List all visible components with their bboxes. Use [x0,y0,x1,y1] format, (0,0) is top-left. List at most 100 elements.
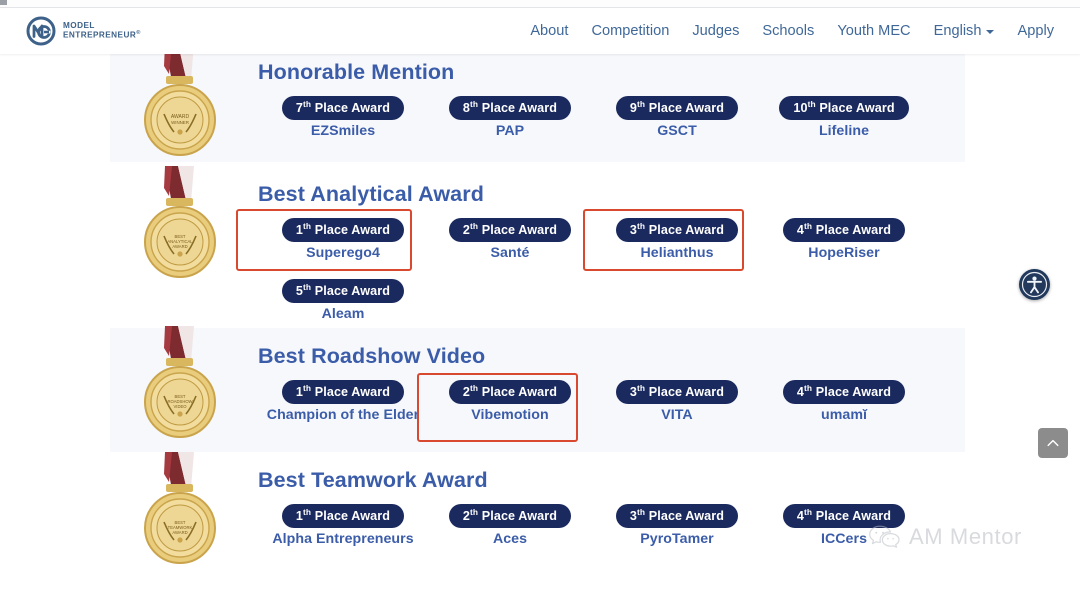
team-name: PyroTamer [640,531,714,548]
place-suffix: th [637,507,646,517]
chevron-up-icon [1045,435,1061,451]
chevron-down-icon [986,30,995,34]
place-rank: 4 [796,385,805,400]
place-rank: 1 [295,223,304,238]
svg-text:WINNER: WINNER [171,120,189,125]
place-badge: 1th Place Award [281,380,405,405]
place-suffix: th [303,99,312,109]
top-chrome-nub [0,0,7,5]
award-section-honorable-mention: AWARD WINNER Honorable Mention 7th Place… [110,44,965,162]
place-label: Place Award [648,385,725,400]
place-label: Place Award [819,101,895,116]
place-suffix: th [303,282,312,292]
place-badge: 5th Place Award [281,279,405,304]
award-place: 10th Place Award Lifeline [759,96,929,139]
award-section-best-teamwork: BEST TEAMWORK AWARD Best Teamwork Award … [110,452,965,564]
place-badge: 2th Place Award [448,504,572,529]
place-suffix: th [470,383,479,393]
place-suffix: th [807,99,816,109]
award-section-best-analytical: BEST ANALYTICAL AWARD Best Analytical Aw… [110,162,965,328]
place-label: Place Award [648,101,725,116]
team-name: Santé [490,245,530,262]
award-place: 3th Place Award VITA [592,380,762,423]
place-rank: 3 [629,385,638,400]
place-rank: 4 [796,509,805,524]
place-rank: 7 [295,101,304,116]
place-badge: 2th Place Award [448,218,572,243]
svg-text:VIDEO: VIDEO [173,404,187,409]
award-place: 7th Place Award EZSmiles [258,96,428,139]
place-suffix: th [470,507,479,517]
main-navigation: About Competition Judges Schools Youth M… [530,23,1054,39]
place-rank: 3 [629,509,638,524]
medal-icon: BEST ROADSHOW VIDEO [138,326,222,446]
team-name: Lifeline [818,123,870,140]
place-suffix: th [470,99,479,109]
team-name: PAP [495,123,525,140]
place-rank: 4 [796,223,805,238]
place-suffix: th [804,221,813,231]
place-badge: 10th Place Award [779,96,909,121]
award-place: 3th Place Award Helianthus [592,218,762,261]
team-name: Superego4 [306,245,380,262]
place-suffix: th [303,383,312,393]
place-label: Place Award [314,385,391,400]
nav-item-schools[interactable]: Schools [762,23,814,39]
award-place: 9th Place Award GSCT [592,96,762,139]
nav-item-english[interactable]: English [934,23,995,39]
place-badge: 4th Place Award [782,218,906,243]
place-suffix: th [303,221,312,231]
award-place: 1th Place Award Alpha Entrepreneurs [258,504,428,547]
medal-icon: AWARD WINNER [138,44,222,164]
team-name: VITA [661,407,693,424]
nav-label: Apply [1017,23,1054,39]
accessibility-button[interactable] [1019,269,1050,300]
award-place: 3th Place Award PyroTamer [592,504,762,547]
place-suffix: th [804,507,813,517]
place-badge: 2th Place Award [448,380,572,405]
award-place: 1th Place Award Superego4 [258,218,428,261]
place-badge: 7th Place Award [281,96,405,121]
place-rank: 10 [793,101,808,116]
nav-item-judges[interactable]: Judges [692,23,739,39]
place-badge: 1th Place Award [281,504,405,529]
registered-mark: ® [136,29,141,36]
nav-item-apply[interactable]: Apply [1017,23,1054,39]
place-badge: 9th Place Award [615,96,739,121]
place-badge: 3th Place Award [615,218,739,243]
award-place: 4th Place Award umamĭ [759,380,929,423]
place-suffix: th [637,99,646,109]
team-name: HopeRiser [808,245,880,262]
brand-wordmark: MODEL ENTREPRENEUR® [63,21,141,40]
place-rank: 5 [295,284,304,299]
place-suffix: th [470,221,479,231]
place-badge: 4th Place Award [782,504,906,529]
nav-item-about[interactable]: About [530,23,568,39]
place-label: Place Award [314,223,391,238]
site-logo[interactable]: MODEL ENTREPRENEUR® [26,16,141,46]
nav-label: Youth MEC [837,23,911,39]
team-name: umamĭ [821,407,867,424]
place-badge: 3th Place Award [615,380,739,405]
place-rank: 3 [629,223,638,238]
nav-item-competition[interactable]: Competition [591,23,669,39]
place-label: Place Award [314,284,391,299]
team-name: EZSmiles [310,123,376,140]
award-place: 2th Place Award Vibemotion [425,380,595,423]
place-rank: 2 [462,509,471,524]
team-name: Champion of the Elder [266,407,420,424]
award-title: Best Teamwork Award [258,468,488,492]
place-label: Place Award [481,509,558,524]
scroll-to-top-button[interactable] [1038,428,1068,458]
award-title: Honorable Mention [258,60,455,84]
place-label: Place Award [314,509,391,524]
team-name: GSCT [657,123,697,140]
team-name: Vibemotion [471,407,549,424]
medal-icon: BEST ANALYTICAL AWARD [138,166,222,286]
svg-text:AWARD: AWARD [172,244,187,249]
place-badge: 8th Place Award [448,96,572,121]
nav-item-youth-mec[interactable]: Youth MEC [837,23,910,39]
nav-label: Competition [591,23,670,39]
place-suffix: th [804,383,813,393]
place-suffix: th [637,221,646,231]
